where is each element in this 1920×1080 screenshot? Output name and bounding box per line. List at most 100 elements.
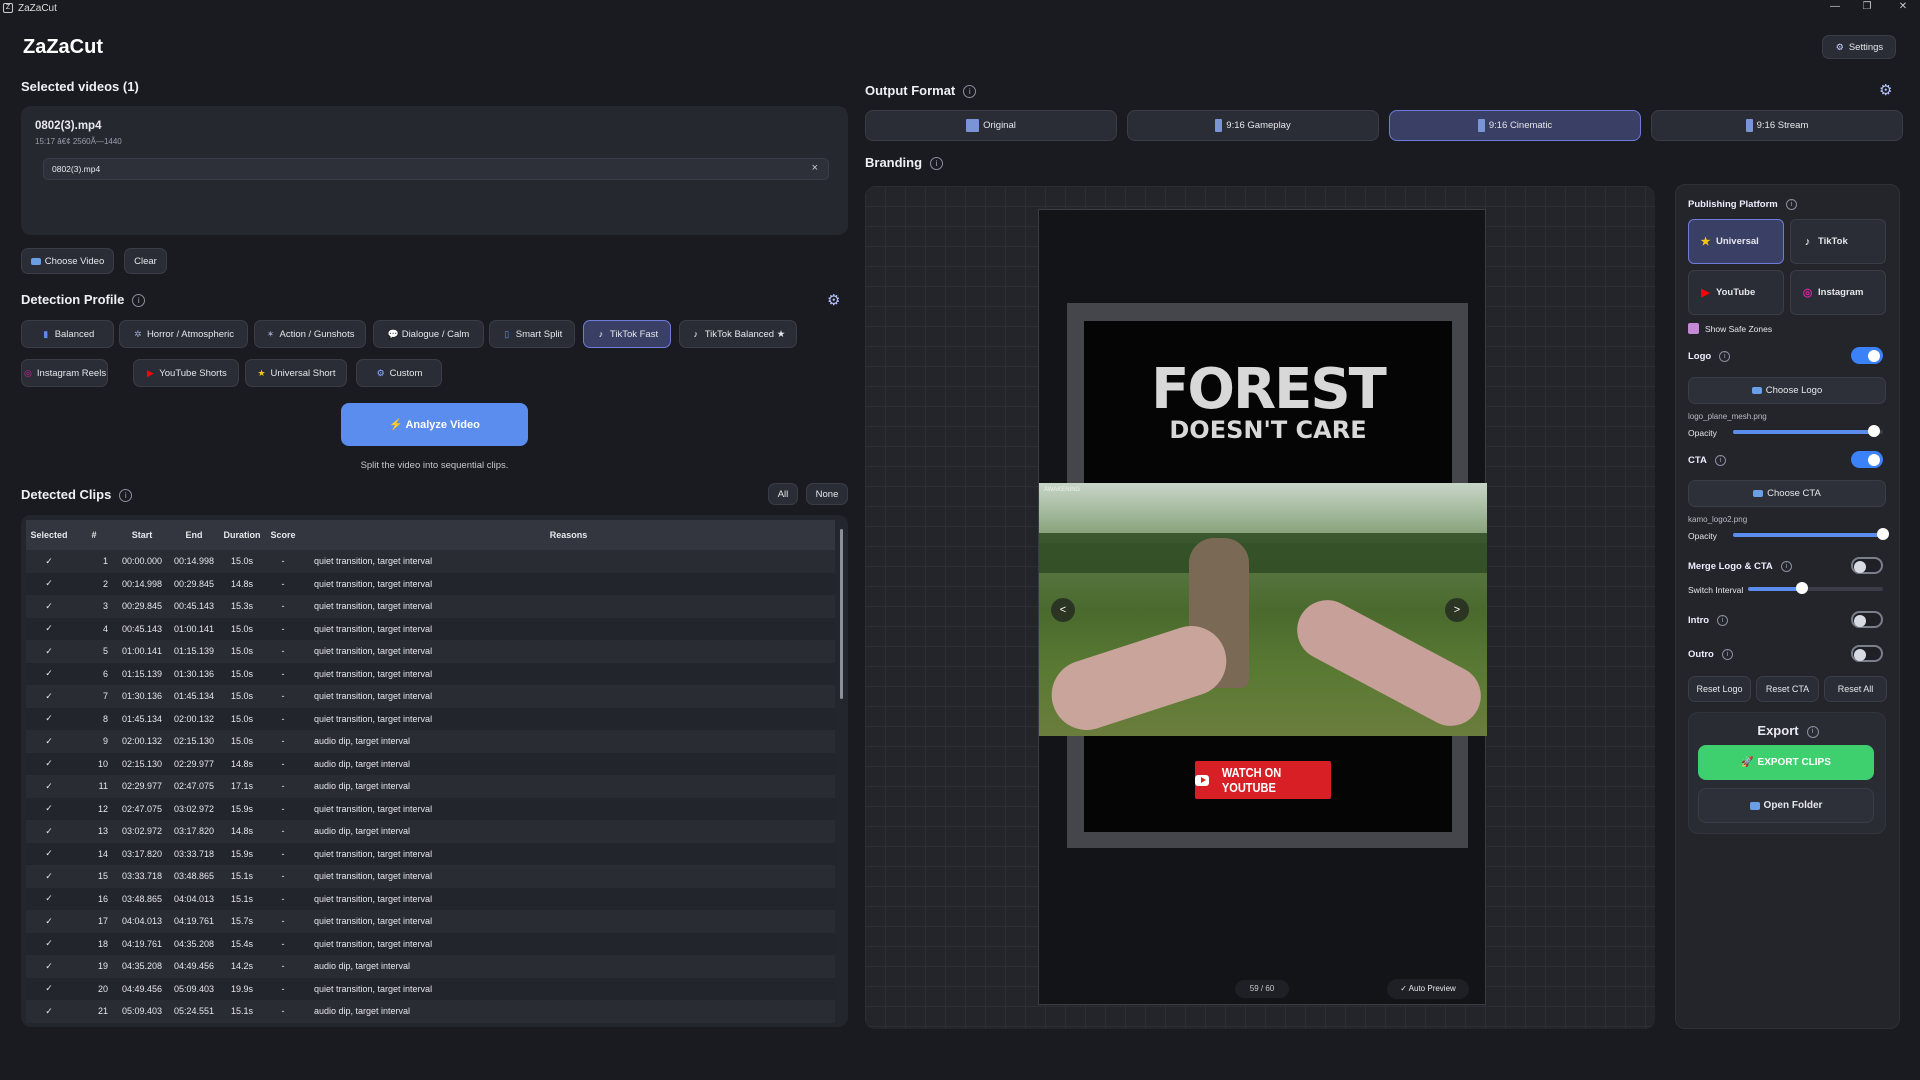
platform-universal-button[interactable]: ★ Universal (1688, 219, 1784, 264)
cta-opacity-slider[interactable] (1733, 528, 1889, 540)
output-settings-gear-icon[interactable]: ⚙ (1879, 81, 1892, 99)
video-chip[interactable]: 0802(3).mp4 × (43, 158, 829, 180)
table-row[interactable]: ✓ 3 00:29.845 00:45.143 15.3s - quiet transiti… (26, 595, 835, 618)
switch-interval-slider[interactable] (1748, 582, 1883, 594)
platform-instagram-button[interactable]: ◎ Instagram (1790, 270, 1886, 315)
row-selected-check[interactable]: ✓ (26, 865, 72, 888)
table-row[interactable]: ✓ 15 03:33.718 03:48.865 15.1s - quiet transit… (26, 865, 835, 888)
row-selected-check[interactable]: ✓ (26, 550, 72, 573)
outro-toggle[interactable] (1851, 645, 1883, 662)
column-header-end[interactable]: End (168, 520, 220, 550)
profile-balanced-button[interactable]: ▮ Balanced (21, 320, 114, 348)
table-row[interactable]: ✓ 18 04:19.761 04:35.208 15.4s - quiet transit… (26, 932, 835, 955)
clear-button[interactable]: Clear (124, 248, 167, 274)
intro-toggle[interactable] (1851, 611, 1883, 628)
table-row[interactable]: ✓ 11 02:29.977 02:47.075 17.1s - audio dip, ta… (26, 775, 835, 798)
table-row[interactable]: ✓ 8 01:45.134 02:00.132 15.0s - quiet transiti… (26, 707, 835, 730)
row-selected-check[interactable]: ✓ (26, 685, 72, 708)
format-9-16-stream-button[interactable]: 9:16 Stream (1651, 110, 1903, 141)
table-row[interactable]: ✓ 1 00:00.000 00:14.998 15.0s - quiet transiti… (26, 550, 835, 573)
show-safe-zones-checkbox[interactable] (1688, 323, 1699, 334)
row-selected-check[interactable]: ✓ (26, 572, 72, 595)
row-selected-check[interactable]: ✓ (26, 640, 72, 663)
info-icon[interactable]: i (1719, 351, 1731, 362)
column-header-start[interactable]: Start (116, 520, 168, 550)
row-selected-check[interactable]: ✓ (26, 797, 72, 820)
reset-all-button[interactable]: Reset All (1824, 676, 1887, 702)
table-row[interactable]: ✓ 12 02:47.075 03:02.972 15.9s - quiet transit… (26, 797, 835, 820)
format-9-16-gameplay-button[interactable]: 9:16 Gameplay (1127, 110, 1379, 141)
profile-universal-short-button[interactable]: ★ Universal Short (245, 359, 347, 387)
row-selected-check[interactable]: ✓ (26, 977, 72, 1000)
info-icon[interactable]: i (930, 157, 944, 171)
table-row[interactable]: ✓ 13 03:02.972 03:17.820 14.8s - audio dip, ta… (26, 820, 835, 843)
auto-preview-toggle[interactable]: ✓ Auto Preview (1387, 979, 1469, 999)
info-icon[interactable]: i (132, 294, 146, 308)
table-scrollbar[interactable] (840, 529, 843, 699)
row-selected-check[interactable]: ✓ (26, 595, 72, 618)
format-original-button[interactable]: Original (865, 110, 1117, 141)
choose-logo-button[interactable]: Choose Logo (1688, 377, 1886, 404)
table-row[interactable]: ✓ 14 03:17.820 03:33.718 15.9s - quiet transit… (26, 842, 835, 865)
info-icon[interactable]: i (1780, 561, 1792, 572)
row-selected-check[interactable]: ✓ (26, 662, 72, 685)
row-selected-check[interactable]: ✓ (26, 707, 72, 730)
reset-logo-button[interactable]: Reset Logo (1688, 676, 1751, 702)
table-row[interactable]: ✓ 16 03:48.865 04:04.013 15.1s - quiet transit… (26, 887, 835, 910)
info-icon[interactable]: i (1785, 199, 1797, 210)
row-selected-check[interactable]: ✓ (26, 910, 72, 933)
profile-custom-button[interactable]: ⚙ Custom (356, 359, 442, 387)
table-row[interactable]: ✓ 5 01:00.141 01:15.139 15.0s - quiet transiti… (26, 640, 835, 663)
row-selected-check[interactable]: ✓ (26, 820, 72, 843)
restore-button[interactable]: ❐ (1852, 0, 1882, 14)
cta-toggle[interactable] (1851, 451, 1883, 468)
table-row[interactable]: ✓ 10 02:15.130 02:29.977 14.8s - audio dip, ta… (26, 752, 835, 775)
table-row[interactable]: ✓ 19 04:35.208 04:49.456 14.2s - audio dip, ta… (26, 955, 835, 978)
platform-tiktok-button[interactable]: ♪ TikTok (1790, 219, 1886, 264)
table-row[interactable]: ✓ 17 04:04.013 04:19.761 15.7s - quiet transit… (26, 910, 835, 933)
row-selected-check[interactable]: ✓ (26, 730, 72, 753)
preview-next-button[interactable]: > (1445, 598, 1469, 622)
profile-youtube-shorts-button[interactable]: ▶ YouTube Shorts (133, 359, 239, 387)
profile-instagram-reels-button[interactable]: ◎ Instagram Reels (21, 359, 108, 387)
preview-prev-button[interactable]: < (1051, 598, 1075, 622)
choose-video-button[interactable]: Choose Video (21, 248, 114, 274)
open-folder-button[interactable]: Open Folder (1698, 788, 1874, 823)
settings-button[interactable]: ⚙ Settings (1822, 35, 1896, 59)
column-header-duration[interactable]: Duration (220, 520, 264, 550)
detection-settings-gear-icon[interactable]: ⚙ (827, 291, 840, 309)
info-icon[interactable]: i (1721, 649, 1733, 660)
remove-video-icon[interactable]: × (812, 162, 818, 174)
table-row[interactable]: ✓ 6 01:15.139 01:30.136 15.0s - quiet transiti… (26, 662, 835, 685)
reset-cta-button[interactable]: Reset CTA (1756, 676, 1819, 702)
column-header-selected[interactable]: Selected (26, 520, 72, 550)
column-header-reasons[interactable]: Reasons (302, 520, 835, 550)
column-header-index[interactable]: # (72, 520, 116, 550)
table-row[interactable]: ✓ 2 00:14.998 00:29.845 14.8s - quiet transiti… (26, 572, 835, 595)
profile-tiktok-fast-button[interactable]: ♪ TikTok Fast (583, 320, 671, 348)
minimize-button[interactable]: — (1820, 0, 1850, 14)
close-window-button[interactable]: ✕ (1888, 0, 1918, 14)
profile-tiktok-balanced-button[interactable]: ♪ TikTok Balanced ★ (679, 320, 797, 348)
row-selected-check[interactable]: ✓ (26, 1000, 72, 1023)
row-selected-check[interactable]: ✓ (26, 752, 72, 775)
info-icon[interactable]: i (1714, 455, 1726, 466)
table-row[interactable]: ✓ 20 04:49.456 05:09.403 19.9s - quiet transit… (26, 977, 835, 1000)
export-clips-button[interactable]: 🚀 EXPORT CLIPS (1698, 745, 1874, 780)
select-none-button[interactable]: None (806, 483, 848, 505)
merge-logo-cta-toggle[interactable] (1851, 557, 1883, 574)
table-row[interactable]: ✓ 9 02:00.132 02:15.130 15.0s - audio dip, tar… (26, 730, 835, 753)
logo-opacity-slider[interactable] (1733, 425, 1883, 437)
platform-youtube-button[interactable]: ▶ YouTube (1688, 270, 1784, 315)
profile-action-gunshots-button[interactable]: ✶ Action / Gunshots (254, 320, 366, 348)
row-selected-check[interactable]: ✓ (26, 955, 72, 978)
info-icon[interactable]: i (119, 489, 133, 503)
table-row[interactable]: ✓ 7 01:30.136 01:45.134 15.0s - quiet transiti… (26, 685, 835, 708)
column-header-score[interactable]: Score (264, 520, 302, 550)
row-selected-check[interactable]: ✓ (26, 775, 72, 798)
row-selected-check[interactable]: ✓ (26, 887, 72, 910)
profile-horror-atmospheric-button[interactable]: ✲ Horror / Atmospheric (119, 320, 248, 348)
format-9-16-cinematic-button[interactable]: 9:16 Cinematic (1389, 110, 1641, 141)
info-icon[interactable]: i (1806, 725, 1819, 738)
logo-toggle[interactable] (1851, 347, 1883, 364)
